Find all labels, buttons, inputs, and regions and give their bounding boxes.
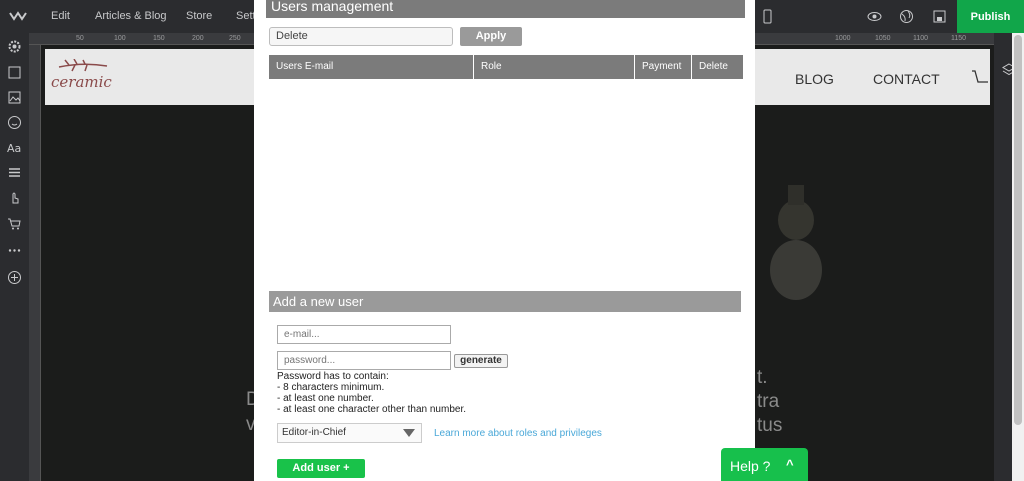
bulk-action-select[interactable]: Delete — [269, 27, 453, 46]
vase-image — [770, 185, 822, 300]
menu-lines-icon[interactable] — [7, 165, 22, 180]
add-user-button[interactable]: Add user + — [277, 459, 365, 478]
password-rules: Password has to contain: - 8 characters … — [277, 371, 466, 415]
ruler-tick: 100 — [114, 35, 126, 42]
ruler-tick: 150 — [153, 35, 165, 42]
role-select-value: Editor-in-Chief — [282, 427, 346, 438]
topnav-store[interactable]: Store — [186, 10, 212, 22]
ruler-tick: 200 — [192, 35, 204, 42]
site-nav-contact[interactable]: CONTACT — [873, 71, 940, 87]
section-box-icon[interactable] — [7, 65, 22, 80]
ruler-tick: 1150 — [951, 35, 967, 42]
column-role[interactable]: Role — [474, 55, 635, 79]
image-icon[interactable] — [7, 90, 22, 105]
more-dots-icon[interactable] — [7, 243, 22, 258]
ruler-tick: 1050 — [875, 35, 891, 42]
password-rule-line: - at least one number. — [277, 393, 374, 404]
password-rule-line: Password has to contain: — [277, 371, 389, 382]
hero-text-right-1: t. — [757, 367, 768, 388]
add-circle-icon[interactable] — [7, 270, 22, 285]
hero-text-right-2: tra — [757, 391, 780, 412]
ruler-tick: 1000 — [835, 35, 851, 42]
svg-text:Aa: Aa — [7, 142, 21, 155]
help-button[interactable]: Help ? ^ — [721, 448, 808, 481]
panel-title: Users management — [266, 0, 745, 18]
password-rule-line: - at least one character other than numb… — [277, 404, 466, 415]
store-cart-icon[interactable] — [7, 216, 22, 231]
ruler-tick: 1100 — [913, 35, 929, 42]
hero-text-right-3: tus — [757, 415, 783, 436]
emoji-icon[interactable] — [7, 115, 22, 130]
apply-button[interactable]: Apply — [460, 27, 522, 46]
add-user-section-title: Add a new user — [269, 291, 741, 312]
role-select[interactable]: Editor-in-Chief — [277, 423, 422, 443]
column-users-email[interactable]: Users E-mail — [269, 55, 474, 79]
site-nav-blog[interactable]: BLOG — [795, 71, 834, 87]
column-delete[interactable]: Delete — [692, 55, 743, 79]
scrollbar-thumb[interactable] — [1014, 35, 1022, 425]
chevron-down-icon — [403, 429, 415, 437]
app-logo-icon[interactable] — [9, 9, 27, 23]
page-scrollbar[interactable] — [1012, 33, 1024, 481]
users-management-panel: Users management Delete Apply Users E-ma… — [254, 0, 755, 481]
chevron-up-icon: ^ — [786, 457, 794, 472]
cart-icon[interactable] — [972, 67, 988, 89]
email-input[interactable] — [277, 325, 451, 344]
topnav-edit[interactable]: Edit — [51, 10, 70, 22]
roles-privileges-link[interactable]: Learn more about roles and privileges — [434, 428, 602, 439]
topnav-settings[interactable]: Sett — [236, 10, 256, 22]
preview-eye-icon[interactable] — [867, 9, 882, 24]
ruler-tick: 250 — [229, 35, 241, 42]
left-toolbar: Aa — [0, 33, 29, 481]
password-rule-line: - 8 characters minimum. — [277, 382, 385, 393]
column-payment[interactable]: Payment — [635, 55, 692, 79]
touch-hand-icon[interactable] — [7, 190, 22, 205]
site-logo-text[interactable]: ceramic — [51, 73, 112, 91]
settings-gear-icon[interactable] — [7, 39, 22, 54]
publish-button[interactable]: Publish — [957, 0, 1024, 33]
ruler-tick: 50 — [76, 35, 84, 42]
ruler-left — [29, 45, 41, 481]
globe-icon[interactable] — [899, 9, 914, 24]
password-input[interactable] — [277, 351, 451, 370]
help-label: Help ? — [730, 458, 771, 474]
mobile-view-icon[interactable] — [760, 9, 775, 24]
users-table-header: Users E-mail Role Payment Delete — [269, 55, 743, 79]
branch-logo-icon — [58, 59, 108, 72]
generate-password-button[interactable]: generate — [454, 354, 508, 368]
save-icon[interactable] — [932, 9, 947, 24]
topnav-articles-blog[interactable]: Articles & Blog — [95, 10, 167, 22]
text-font-icon[interactable]: Aa — [7, 140, 22, 155]
